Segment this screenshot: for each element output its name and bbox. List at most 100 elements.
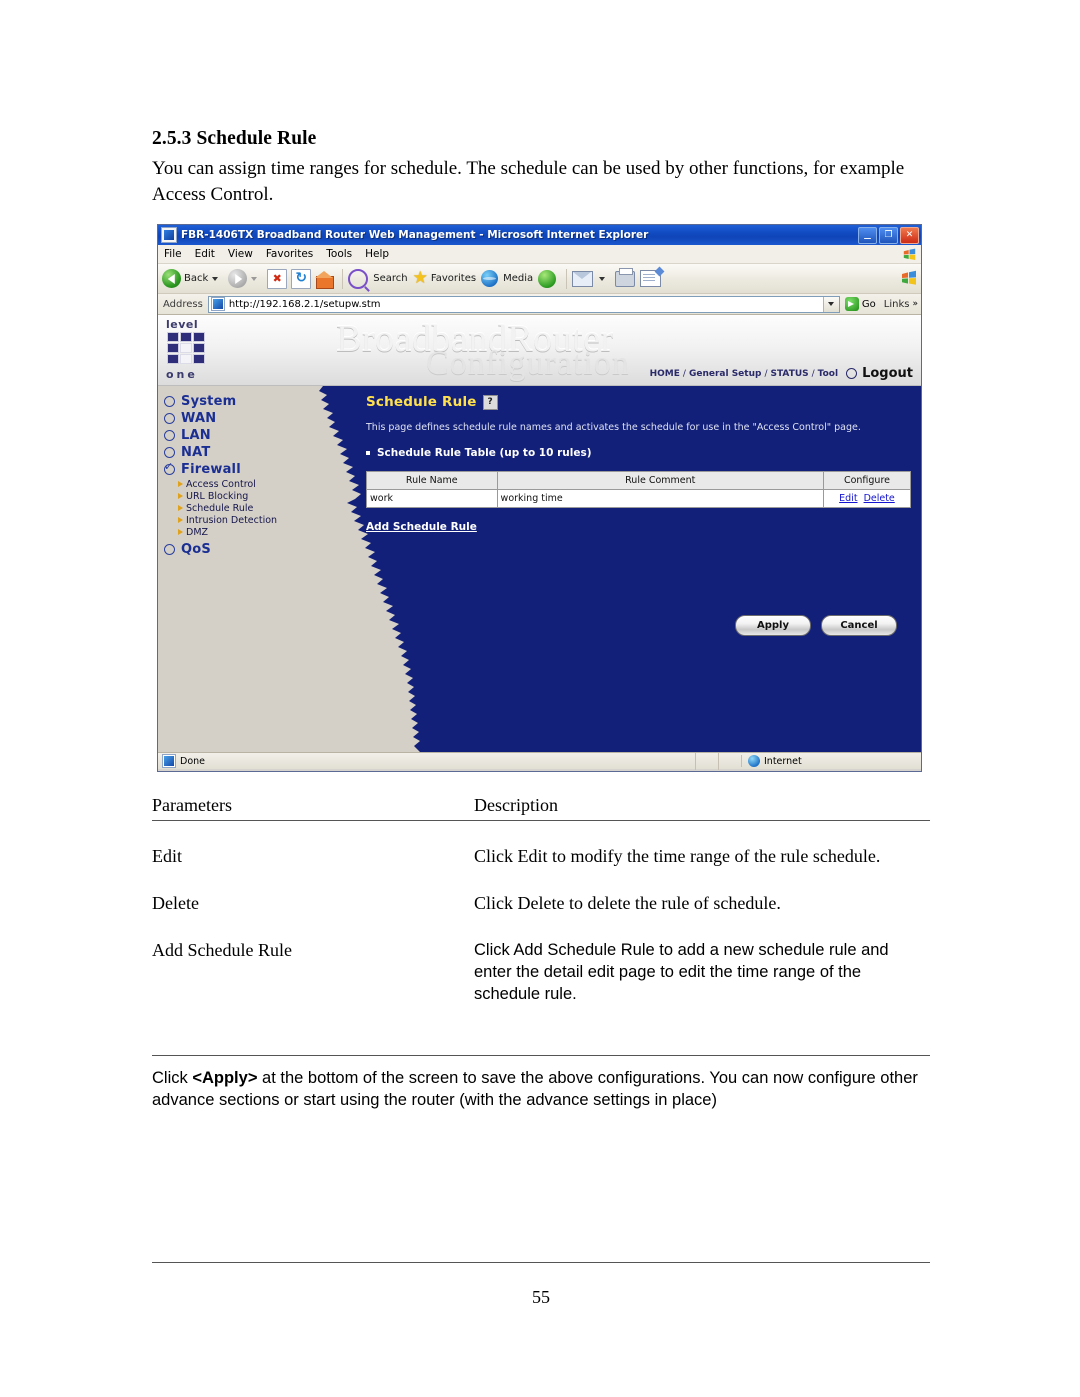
back-dropdown-caret-icon[interactable] xyxy=(212,276,219,281)
triangle-bullet-icon xyxy=(178,529,183,535)
minimize-button[interactable]: _ xyxy=(858,224,877,244)
favorites-button[interactable]: ★ Favorites xyxy=(413,270,476,287)
status-cell-1 xyxy=(695,752,718,770)
sidebar-subitem-intrusion-detection[interactable]: Intrusion Detection xyxy=(178,514,308,526)
parameter-description: Click Delete to delete the rule of sched… xyxy=(474,893,781,913)
security-zone-label: Internet xyxy=(764,755,802,767)
sidebar-item-nat[interactable]: NAT xyxy=(158,444,308,461)
table-section-label-row: Schedule Rule Table (up to 10 rules) xyxy=(366,447,911,459)
close-button[interactable]: ✕ xyxy=(900,226,919,244)
header-parameters: Parameters xyxy=(152,795,232,815)
page-footer: 55 xyxy=(152,1262,930,1308)
mail-button[interactable] xyxy=(572,270,610,287)
logo-bottom-text: one xyxy=(166,368,198,381)
radio-icon xyxy=(164,430,175,441)
menu-item-tools[interactable]: Tools xyxy=(326,248,352,260)
home-icon[interactable] xyxy=(315,270,335,289)
sidebar-item-label: QoS xyxy=(181,542,211,557)
sidebar-subitem-access-control[interactable]: Access Control xyxy=(178,478,308,490)
menu-item-file[interactable]: File xyxy=(164,248,182,260)
radio-icon xyxy=(164,544,175,555)
content-panel: Schedule Rule ? This page defines schedu… xyxy=(307,386,921,752)
parameter-name: Edit xyxy=(152,846,182,866)
sidebar-item-label: Firewall xyxy=(181,462,241,477)
apply-button[interactable]: Apply xyxy=(735,615,811,636)
history-button[interactable] xyxy=(538,269,557,288)
mail-dropdown-caret-icon[interactable] xyxy=(599,276,606,281)
column-header-rule-name: Rule Name xyxy=(366,471,498,490)
logo-grid-icon xyxy=(167,332,213,368)
sidebar-item-qos[interactable]: QoS xyxy=(158,541,308,558)
add-schedule-rule-link[interactable]: Add Schedule Rule xyxy=(366,521,477,533)
parameters-table: Parameters Description Edit Click Edit t… xyxy=(152,795,930,1005)
edit-button[interactable] xyxy=(640,270,662,287)
printer-icon xyxy=(615,267,636,287)
go-button[interactable]: Go xyxy=(844,297,876,311)
sidebar-subitem-url-blocking[interactable]: URL Blocking xyxy=(178,490,308,502)
table-row: work working time Edit Delete xyxy=(366,489,912,508)
footnote-paragraph: Click <Apply> at the bottom of the scree… xyxy=(152,1067,930,1111)
search-button[interactable]: Search xyxy=(348,268,408,289)
minimize-icon: _ xyxy=(864,224,871,240)
menu-item-edit[interactable]: Edit xyxy=(195,248,215,260)
page-viewport: level one BroadbandRouter Configuration … xyxy=(158,315,921,752)
sidebar-item-label: LAN xyxy=(181,428,211,443)
sidebar-subitem-schedule-rule[interactable]: Schedule Rule xyxy=(178,502,308,514)
panel-content: Schedule Rule ? This page defines schedu… xyxy=(366,394,912,534)
links-label[interactable]: Links xyxy=(884,299,910,310)
edit-link[interactable]: Edit xyxy=(839,493,857,504)
sidebar-item-lan[interactable]: LAN xyxy=(158,427,308,444)
nav-general-setup[interactable]: General Setup xyxy=(689,369,761,379)
sidebar-item-label: WAN xyxy=(181,411,217,426)
sidebar-item-firewall[interactable]: Firewall xyxy=(158,460,308,478)
nav-status[interactable]: STATUS xyxy=(771,369,809,379)
internet-zone-icon xyxy=(748,755,760,767)
parameter-row-add-schedule-rule: Add Schedule Rule Click Add Schedule Rul… xyxy=(152,915,930,1005)
section-intro-paragraph: You can assign time ranges for schedule.… xyxy=(152,158,905,205)
nav-tool[interactable]: Tool xyxy=(818,369,838,379)
menu-item-help[interactable]: Help xyxy=(365,248,389,260)
restore-button[interactable]: ❐ xyxy=(879,226,898,244)
footnote-bold-apply: <Apply> xyxy=(192,1069,258,1087)
stop-icon[interactable] xyxy=(267,268,288,289)
media-label: Media xyxy=(503,273,534,284)
refresh-icon[interactable] xyxy=(291,268,312,289)
page-body: System WAN LAN NAT Firewall xyxy=(158,386,921,752)
help-icon[interactable]: ? xyxy=(482,394,498,410)
panel-title: Schedule Rule xyxy=(366,394,477,410)
logout-button[interactable]: Logout xyxy=(862,366,913,381)
table-header-row: Rule Name Rule Comment Configure xyxy=(366,471,912,490)
panel-description: This page defines schedule rule names an… xyxy=(366,422,861,433)
media-button[interactable]: Media xyxy=(481,270,533,287)
sidebar-subitem-label: DMZ xyxy=(186,526,209,538)
print-button[interactable] xyxy=(615,267,636,287)
delete-link[interactable]: Delete xyxy=(864,493,895,504)
nav-home[interactable]: HOME xyxy=(650,369,680,379)
back-button[interactable]: Back xyxy=(162,269,223,288)
links-overflow-icon[interactable]: » xyxy=(912,299,918,309)
forward-button[interactable] xyxy=(228,269,262,288)
footer-divider xyxy=(152,1262,930,1263)
cancel-button[interactable]: Cancel xyxy=(821,615,897,636)
address-label: Address xyxy=(163,298,203,310)
history-icon xyxy=(538,269,557,288)
forward-dropdown-caret-icon[interactable] xyxy=(251,276,258,281)
toolbar-separator-2 xyxy=(566,268,568,289)
security-zone[interactable]: Internet xyxy=(741,755,921,767)
menu-item-favorites[interactable]: Favorites xyxy=(266,248,313,260)
cell-configure: Edit Delete xyxy=(822,489,912,508)
chevron-down-icon xyxy=(828,302,835,306)
sidebar-item-wan[interactable]: WAN xyxy=(158,410,308,427)
media-icon xyxy=(481,270,499,287)
menu-item-view[interactable]: View xyxy=(228,248,253,260)
sidebar-subitem-dmz[interactable]: DMZ xyxy=(178,526,308,538)
square-bullet-icon xyxy=(366,451,370,455)
schedule-rule-table: Rule Name Rule Comment Configure work wo… xyxy=(366,471,912,508)
page-title: 2.5.3 Schedule Rule xyxy=(152,128,317,149)
radio-icon xyxy=(164,447,175,458)
address-dropdown-button[interactable] xyxy=(822,296,839,312)
address-input[interactable]: http://192.168.2.1/setupw.stm xyxy=(207,295,840,313)
star-icon: ★ xyxy=(412,268,428,288)
toolbar-windows-flag-icon xyxy=(902,270,916,285)
sidebar-item-system[interactable]: System xyxy=(158,393,308,410)
